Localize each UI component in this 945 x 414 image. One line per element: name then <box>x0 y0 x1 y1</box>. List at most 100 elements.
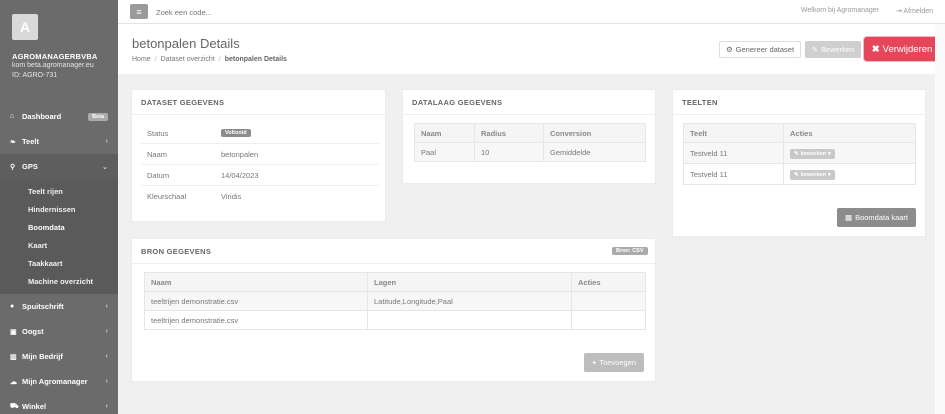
scroll-area <box>935 24 945 414</box>
info-value: Viridis <box>221 192 242 201</box>
sidebar-item-winkel[interactable]: ⛟ Winkel ‹ <box>0 394 118 414</box>
sidebar-subitem-boomdata[interactable]: Boomdata <box>0 218 118 236</box>
table-cell <box>571 310 646 330</box>
sidebar-item-gps[interactable]: ⚲ GPS ⌄ <box>0 154 118 179</box>
teelten-table: Teelt Acties Testveld 11 ✎ bewerken ▾ Te… <box>683 123 916 185</box>
column-header: Naam <box>144 272 368 292</box>
company-url: kom beta.agromanager.eu <box>12 62 94 69</box>
search-input[interactable] <box>156 5 376 19</box>
bron-panel: BRON GEGEVENS Bron: CSV Naam Lagen Actie… <box>131 238 656 382</box>
sidebar-item-spuitschrift[interactable]: ● Spuitschrift ‹ <box>0 294 118 319</box>
edit-teelt-button[interactable]: ✎ bewerken ▾ <box>790 148 835 159</box>
chevron-left-icon: ‹ <box>105 378 108 385</box>
pencil-icon: ✎ <box>794 171 799 178</box>
breadcrumb-dataset-overzicht[interactable]: Dataset overzicht <box>161 56 215 63</box>
plus-icon: + <box>591 358 597 367</box>
info-value: betonpalen <box>221 149 259 159</box>
table-cell: Latitude,Longitude,Paal <box>367 291 572 311</box>
chevron-left-icon: ‹ <box>105 138 108 145</box>
company-id: ID: AGRO-731 <box>12 72 58 79</box>
sidebar-item-mijn-bedrijf[interactable]: ▥ Mijn Bedrijf ‹ <box>0 344 118 369</box>
table-cell: Testveld 11 <box>683 163 784 185</box>
home-icon: ⌂ <box>10 113 15 120</box>
beta-badge: Beta <box>88 112 108 121</box>
sidebar-item-mijn-agromanager[interactable]: ☁ Mijn Agromanager ‹ <box>0 369 118 394</box>
logout-link[interactable]: ⇥ Afmelden <box>896 7 933 15</box>
table-cell: Testveld 11 <box>683 142 784 164</box>
sidebar: A AGROMANAGERBVBA kom beta.agromanager.e… <box>0 0 118 414</box>
sidebar-subitem-machine-overzicht[interactable]: Machine overzicht <box>0 272 118 290</box>
generate-dataset-label: Genereer dataset <box>735 45 795 54</box>
cart-icon: ⛟ <box>10 403 19 410</box>
sidebar-item-dashboard[interactable]: ⌂ Dashboard Beta <box>0 104 118 129</box>
divider <box>132 263 655 264</box>
edit-teelt-label: bewerken <box>800 150 826 157</box>
sidebar-item-label: Dashboard <box>22 112 62 121</box>
close-icon: ✖ <box>871 43 880 55</box>
sidebar-subitem-teelt-rijen[interactable]: Teelt rijen <box>0 182 118 200</box>
sidebar-subitem-kaart[interactable]: Kaart <box>0 236 118 254</box>
company-logo[interactable]: A <box>12 14 38 40</box>
gps-submenu: Teelt rijen Hindernissen Boomdata Kaart … <box>0 179 118 294</box>
caret-down-icon: ▾ <box>827 171 831 178</box>
delete-label: Verwijderen <box>882 43 933 55</box>
sidebar-item-label: Mijn Bedrijf <box>22 352 63 361</box>
sidebar-item-label: Winkel <box>22 402 47 411</box>
table-header-row: Teelt Acties <box>683 123 916 143</box>
status-badge: Voltooid <box>221 129 251 137</box>
info-row-datum: Datum 14/04/2023 <box>141 165 379 186</box>
info-key: Naam <box>147 149 168 159</box>
info-value: 14/04/2023 <box>221 170 259 180</box>
divider <box>673 114 925 115</box>
menu-toggle-button[interactable]: ≡ <box>130 4 148 19</box>
sidebar-item-oogst[interactable]: ▣ Oogst ‹ <box>0 319 118 344</box>
logout-icon: ⇥ <box>895 8 902 15</box>
add-source-button[interactable]: + Toevoegen <box>584 353 644 372</box>
topbar: ≡ Welkom bij Agromanager ⇥ Afmelden <box>118 0 945 24</box>
basket-icon: ▣ <box>10 328 17 336</box>
sidebar-nav: ⌂ Dashboard Beta ❧ Teelt ‹ ⚲ GPS ⌄ Teelt… <box>0 104 118 414</box>
map-icon: ▦ <box>844 213 853 222</box>
table-row: Testveld 11 ✎ bewerken ▾ <box>683 142 916 164</box>
edit-button[interactable]: ✎ Bewerken <box>805 41 861 58</box>
table-cell <box>367 310 572 330</box>
sidebar-subitem-hindernissen[interactable]: Hindernissen <box>0 200 118 218</box>
panel-title: DATALAAG GEGEVENS <box>412 98 503 107</box>
info-row-kleurschaal: Kleurschaal Viridis <box>141 186 379 207</box>
datalaag-table: Naam Radius Conversion Paal 10 Gemiddeld… <box>414 123 646 162</box>
sidebar-item-label: GPS <box>22 162 38 171</box>
divider <box>132 114 385 115</box>
chevron-down-icon: ⌄ <box>102 163 108 171</box>
breadcrumb-separator: / <box>154 56 157 63</box>
logout-label: Afmelden <box>903 8 933 15</box>
dataset-panel: DATASET GEGEVENS Status Voltooid Naam be… <box>131 89 386 222</box>
sidebar-item-label: Spuitschrift <box>22 302 64 311</box>
teelten-panel: TEELTEN Teelt Acties Testveld 11 ✎ bewer… <box>672 89 926 237</box>
breadcrumb: Home / Dataset overzicht / betonpalen Detail… <box>132 56 287 63</box>
table-cell <box>571 291 646 311</box>
page-title: betonpalen Details <box>132 36 240 51</box>
column-header: Acties <box>783 123 916 143</box>
boomdata-map-button[interactable]: ▦ Boomdata kaart <box>837 208 916 227</box>
delete-button[interactable]: ✖ Verwijderen <box>864 37 940 61</box>
sidebar-item-teelt[interactable]: ❧ Teelt ‹ <box>0 129 118 154</box>
hamburger-icon: ≡ <box>136 6 142 17</box>
edit-teelt-label: bewerken <box>800 171 826 178</box>
generate-dataset-button[interactable]: ⚙ Genereer dataset <box>719 41 801 58</box>
info-key: Kleurschaal <box>147 192 187 201</box>
table-row: Testveld 11 ✎ bewerken ▾ <box>683 163 916 185</box>
map-marker-icon: ⚲ <box>10 163 16 171</box>
column-header: Naam <box>414 123 475 143</box>
boomdata-map-label: Boomdata kaart <box>855 213 909 222</box>
panel-title: BRON GEGEVENS <box>141 247 212 256</box>
sidebar-subitem-taakkaart[interactable]: Taakkaart <box>0 254 118 272</box>
table-cell: Gemiddelde <box>543 142 646 162</box>
edit-teelt-button[interactable]: ✎ bewerken ▾ <box>790 169 835 180</box>
table-cell: teeltrijen demonstratie.csv <box>144 310 368 330</box>
cloud-icon: ☁ <box>10 378 17 386</box>
drop-icon: ● <box>10 303 15 310</box>
breadcrumb-home[interactable]: Home <box>132 56 151 63</box>
column-header: Radius <box>474 123 544 143</box>
chevron-left-icon: ‹ <box>105 303 108 310</box>
chevron-left-icon: ‹ <box>105 403 108 410</box>
